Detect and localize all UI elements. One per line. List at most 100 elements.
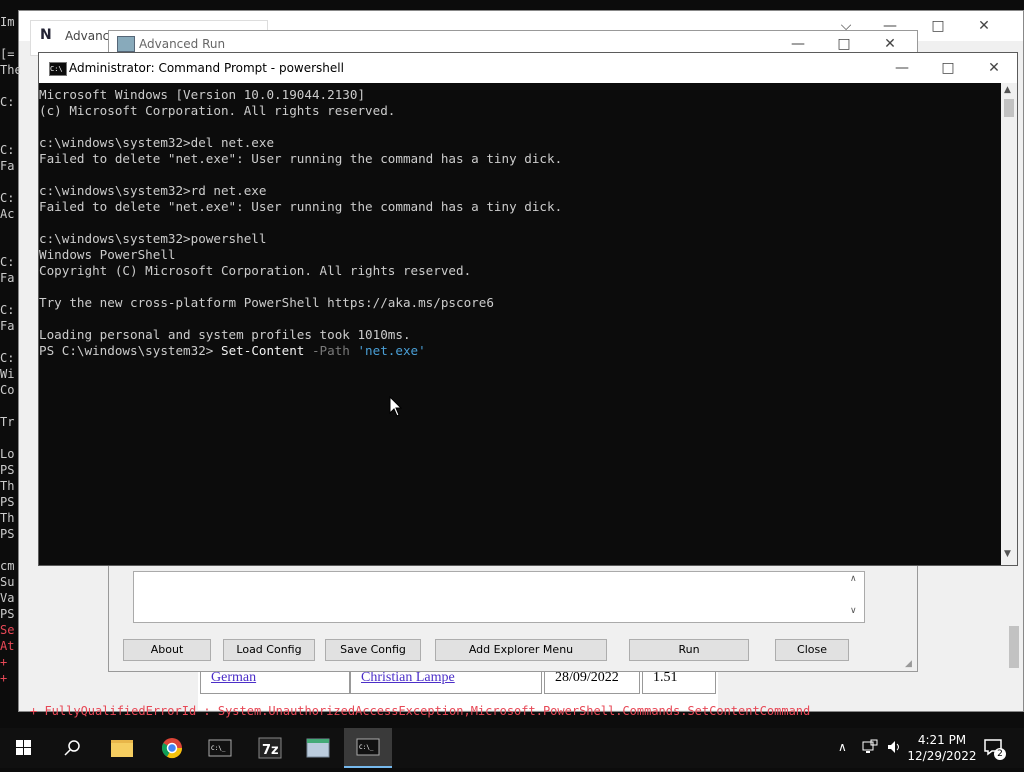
background-console-line: C:: [0, 303, 15, 317]
background-console-text: Im [= The C: C: Fa C: Ac C: Fa C: Fa C: Wi Co T…: [0, 14, 20, 714]
background-console-line: [0, 126, 20, 142]
background-console-line: C:: [0, 95, 15, 109]
console-line: Failed to delete "net.exe": User running…: [39, 199, 563, 214]
resize-grip-icon[interactable]: ◢: [905, 659, 915, 669]
cmd-scroll-down-icon[interactable]: ▼: [1004, 549, 1011, 559]
advanced-run-taskbar-button[interactable]: [294, 728, 342, 768]
show-hidden-icons-chevron-icon[interactable]: ∧: [838, 740, 847, 754]
advrun-close-button[interactable]: ✕: [875, 35, 905, 53]
about-button[interactable]: About: [123, 639, 211, 661]
console-line: c:\windows\system32>del net.exe: [39, 135, 275, 150]
background-console-line: Fa: [0, 319, 15, 333]
load-config-button[interactable]: Load Config: [223, 639, 315, 661]
command-prompt-window: C:\ Administrator: Command Prompt - powe…: [38, 52, 1018, 566]
cmd-taskbar-button-active[interactable]: C:\_: [344, 728, 392, 768]
cmd-titlebar[interactable]: C:\ Administrator: Command Prompt - powe…: [39, 53, 1017, 83]
translator-link[interactable]: Christian Lampe: [361, 670, 455, 685]
cmd-icon: C:\_: [208, 739, 232, 757]
background-console-line: +: [0, 655, 15, 669]
taskbar: C:\_ 7z C:\_ ∧ 4:21 PM 12/29/2022 2: [0, 728, 1024, 768]
console-input-line[interactable]: PS C:\windows\system32> Set-Content -Pat…: [39, 343, 1001, 359]
cmd-taskbar-button-1[interactable]: C:\_: [196, 728, 244, 768]
clock-date: 12/29/2022: [907, 749, 977, 763]
svg-text:7z: 7z: [262, 743, 279, 758]
background-console-line: Im: [0, 15, 15, 29]
cmd-maximize-button[interactable]: □: [933, 59, 963, 77]
background-console-line: [0, 398, 20, 414]
console-line: Copyright (C) Microsoft Corporation. All…: [39, 263, 472, 278]
console-line: Loading personal and system profiles too…: [39, 327, 411, 342]
console-parameter: -Path: [304, 343, 358, 358]
mouse-pointer-icon: [389, 396, 403, 417]
console-cmdlet: Set-Content: [220, 343, 305, 358]
cmd-minimize-button[interactable]: —: [887, 59, 917, 77]
console-line: c:\windows\system32>rd net.exe: [39, 183, 267, 198]
background-console-line: [0, 30, 20, 46]
background-console-line: [0, 238, 20, 254]
console-line: Windows PowerShell: [39, 247, 176, 262]
search-button[interactable]: [48, 728, 96, 768]
background-console-line: +: [0, 671, 15, 685]
advanced-run-title: Advanced Run: [139, 37, 226, 51]
background-console-line: PS: [0, 607, 15, 621]
background-console-line: The: [0, 63, 20, 77]
7zip-icon: 7z: [258, 737, 282, 759]
system-clock[interactable]: 4:21 PM 12/29/2022: [904, 732, 980, 764]
cmd-scroll-up-icon[interactable]: ▲: [1004, 85, 1011, 95]
console-line: Microsoft Windows [Version 10.0.19044.21…: [39, 87, 366, 102]
svg-text:C:\_: C:\_: [211, 745, 226, 752]
background-console-line: [0, 286, 20, 302]
background-console-line: PS: [0, 527, 15, 541]
save-config-button[interactable]: Save Config: [325, 639, 421, 661]
file-explorer-icon: [111, 740, 133, 757]
cmd-scrollbar-thumb[interactable]: [1004, 99, 1014, 117]
background-console-line: C:: [0, 143, 15, 157]
cmd-scrollbar[interactable]: ▲ ▼: [1001, 83, 1017, 565]
advrun-maximize-button[interactable]: □: [829, 35, 859, 53]
error-line: + FullyQualifiedErrorId : System.Unautho…: [30, 704, 811, 718]
cmd-console[interactable]: Microsoft Windows [Version 10.0.19044.21…: [39, 83, 1001, 565]
start-button[interactable]: [0, 728, 48, 768]
background-scrollbar-thumb[interactable]: [1009, 626, 1019, 668]
background-console-line: Se: [0, 623, 15, 637]
background-console-line: Fa: [0, 159, 15, 173]
background-console-line: [0, 542, 20, 558]
textarea-scroll-up-icon[interactable]: ∧: [850, 574, 857, 584]
cmd-app-icon: C:\: [49, 62, 67, 76]
chrome-button[interactable]: [148, 728, 196, 768]
background-console-line: At: [0, 639, 15, 653]
background-console-line: Ac: [0, 207, 15, 221]
background-console-line: C:: [0, 351, 15, 365]
console-line: c:\windows\system32>powershell: [39, 231, 267, 246]
background-close-button[interactable]: ✕: [969, 17, 999, 35]
background-console-line: Va: [0, 591, 15, 605]
run-button[interactable]: Run: [629, 639, 749, 661]
cmd-icon: C:\_: [356, 738, 380, 756]
advanced-run-output-textarea[interactable]: ∧ ∨: [133, 571, 865, 623]
notification-badge: 2: [994, 748, 1006, 760]
background-console-line: [0, 334, 20, 350]
advrun-minimize-button[interactable]: —: [783, 35, 813, 53]
background-console-line: cm: [0, 559, 15, 573]
textarea-scroll-down-icon[interactable]: ∨: [850, 606, 857, 616]
background-console-line: Fa: [0, 271, 15, 285]
background-console-line: [0, 110, 20, 126]
file-explorer-button[interactable]: [98, 728, 146, 768]
cmd-title: Administrator: Command Prompt - powershe…: [69, 61, 344, 75]
windows-start-icon: [16, 740, 31, 755]
close-button[interactable]: Close: [775, 639, 849, 661]
network-icon[interactable]: [862, 739, 878, 759]
add-explorer-menu-button[interactable]: Add Explorer Menu: [435, 639, 607, 661]
7zip-button[interactable]: 7z: [246, 728, 294, 768]
background-console-line: PS: [0, 463, 15, 477]
background-console-line: [0, 78, 20, 94]
volume-icon[interactable]: [886, 739, 902, 759]
console-prompt: PS C:\windows\system32>: [39, 343, 221, 358]
cmd-close-button[interactable]: ✕: [979, 59, 1009, 77]
background-maximize-button[interactable]: □: [923, 17, 953, 35]
console-line: (c) Microsoft Corporation. All rights re…: [39, 103, 396, 118]
language-link[interactable]: German: [211, 670, 256, 685]
